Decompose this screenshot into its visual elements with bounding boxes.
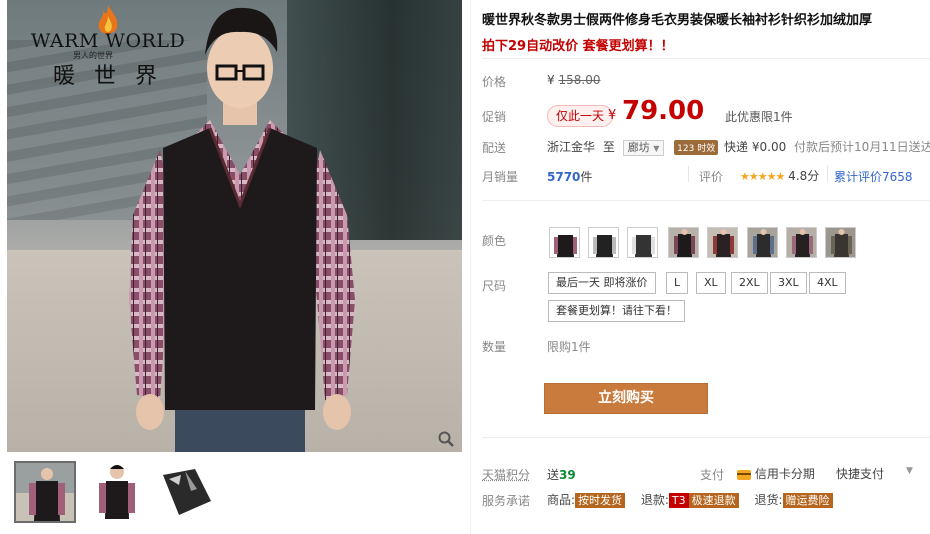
- shipping-info: 浙江金华 至 廊坊 ▼ 123 时效 快递 ¥0.00 付款后预计10月11日送…: [547, 138, 930, 156]
- return-badge: 赠运费险: [782, 493, 833, 508]
- logo-text-en: WARM WORLD: [30, 30, 186, 52]
- goods-badge: 按时发货: [575, 493, 626, 508]
- points-prefix: 送: [547, 468, 560, 482]
- size-option-4xl[interactable]: 4XL: [809, 272, 846, 294]
- size-option-l[interactable]: L: [666, 272, 689, 294]
- color-swatch-2[interactable]: [588, 227, 619, 258]
- color-swatch-4[interactable]: [668, 227, 699, 258]
- size-option-3xl[interactable]: 3XL: [770, 272, 807, 294]
- reviews-count: 7658: [882, 170, 913, 184]
- service-commitments: 商品: 按时发货 退款: T3 极速退款 退货: 赠运费险: [547, 491, 833, 508]
- size-label: 尺码: [482, 279, 507, 293]
- color-swatch-8[interactable]: [825, 227, 856, 258]
- tmall-points-label[interactable]: 天猫积分: [482, 466, 530, 483]
- promo-limit-note: 此优惠限1件: [725, 110, 793, 124]
- credit-installment[interactable]: 信用卡分期: [737, 465, 815, 482]
- buy-now-button[interactable]: 立刻购买: [544, 383, 708, 414]
- tmall-points-text: 天猫积分: [482, 468, 531, 482]
- rating: ★★★★★ 4.8分: [740, 167, 819, 184]
- size-option-bundle[interactable]: 套餐更划算！请往下看！: [548, 300, 685, 322]
- monthly-sales-label: 月销量: [482, 170, 519, 184]
- price-label: 价格: [482, 75, 507, 89]
- credit-card-icon: [737, 469, 751, 480]
- reviews-label: 累计评价: [834, 170, 883, 184]
- divider: [482, 200, 930, 201]
- thumbnail-3[interactable]: [155, 461, 217, 523]
- currency-symbol: ¥: [547, 73, 555, 87]
- divider: [827, 166, 828, 182]
- shipping-label: 配送: [482, 141, 507, 155]
- return-label: 退货:: [754, 493, 783, 507]
- divider: [482, 58, 930, 59]
- product-title: 暖世界秋冬款男士假两件修身毛衣男装保暖长袖衬衫针织衫加绒加厚: [482, 13, 873, 28]
- chevron-down-icon[interactable]: ▼: [906, 466, 913, 476]
- divider: [688, 166, 689, 182]
- color-label: 颜色: [482, 234, 507, 248]
- credit-installment-text: 信用卡分期: [754, 467, 815, 481]
- refund-badge: 极速退款: [688, 493, 739, 508]
- service-label: 服务承诺: [482, 494, 531, 508]
- shipping-method: 快递 ¥0.00: [724, 140, 787, 154]
- thumbnail-2[interactable]: [86, 461, 148, 523]
- chevron-down-icon: ▼: [653, 143, 660, 153]
- rating-label: 评价: [699, 170, 724, 184]
- refund-badge-code: T3: [668, 493, 689, 508]
- sale-price: 79.00: [622, 96, 705, 126]
- brand-logo: WARM WORLD 男人的世界 暖 世 界: [23, 4, 193, 89]
- destination-value: 廊坊: [627, 140, 650, 154]
- quantity-limit: 限购1件: [547, 340, 591, 354]
- color-swatch-6[interactable]: [747, 227, 778, 258]
- shipping-to: 至: [602, 140, 615, 154]
- destination-select[interactable]: 廊坊 ▼: [622, 139, 665, 156]
- promo-tag: 仅此一天: [547, 105, 614, 127]
- zoom-icon[interactable]: [437, 430, 455, 448]
- delivery-estimate: 付款后预计10月11日送达: [794, 140, 930, 154]
- divider: [482, 437, 930, 438]
- currency-symbol: ¥: [608, 108, 617, 123]
- promo-text: 拍下29自动改价 套餐更划算！！: [482, 39, 674, 54]
- promotion-label: 促销: [482, 110, 507, 124]
- product-detail-panel: 暖世界秋冬款男士假两件修身毛衣男装保暖长袖衬衫针织衫加绒加厚 拍下29自动改价 …: [482, 0, 930, 534]
- logo-text-cn: 暖 世 界: [53, 64, 163, 89]
- goods-label: 商品:: [547, 493, 576, 507]
- thumbnail-1[interactable]: [14, 461, 76, 523]
- divider: [470, 0, 471, 534]
- color-swatch-7[interactable]: [786, 227, 817, 258]
- shipping-origin: 浙江金华: [547, 140, 596, 154]
- size-option-notice[interactable]: 最后一天 即将涨价: [548, 272, 656, 294]
- rating-stars: ★★★★★: [740, 170, 785, 183]
- color-swatch-5[interactable]: [707, 227, 738, 258]
- main-product-image[interactable]: WARM WORLD 男人的世界 暖 世 界: [7, 0, 462, 452]
- original-price-value: 158.00: [558, 73, 601, 87]
- payment-label: 支付: [700, 468, 725, 482]
- points-value: 39: [559, 468, 576, 482]
- color-swatch-3[interactable]: [627, 227, 658, 258]
- rating-score: 4.8分: [788, 169, 820, 183]
- monthly-sales-value: 5770: [547, 170, 581, 184]
- refund-label: 退款:: [640, 493, 669, 507]
- size-option-xl[interactable]: XL: [696, 272, 726, 294]
- quantity-label: 数量: [482, 340, 507, 354]
- delivery-days-badge: 123 时效: [674, 140, 719, 155]
- tmall-points: 送39: [547, 466, 576, 483]
- monthly-sales: 5770件: [547, 168, 592, 185]
- original-price: ¥ 158.00: [547, 73, 600, 87]
- size-option-2xl[interactable]: 2XL: [731, 272, 768, 294]
- monthly-sales-unit: 件: [580, 170, 593, 184]
- color-swatch-1[interactable]: [549, 227, 580, 258]
- quick-pay: 快捷支付: [836, 467, 885, 481]
- cumulative-reviews[interactable]: 累计评价7658: [834, 168, 913, 185]
